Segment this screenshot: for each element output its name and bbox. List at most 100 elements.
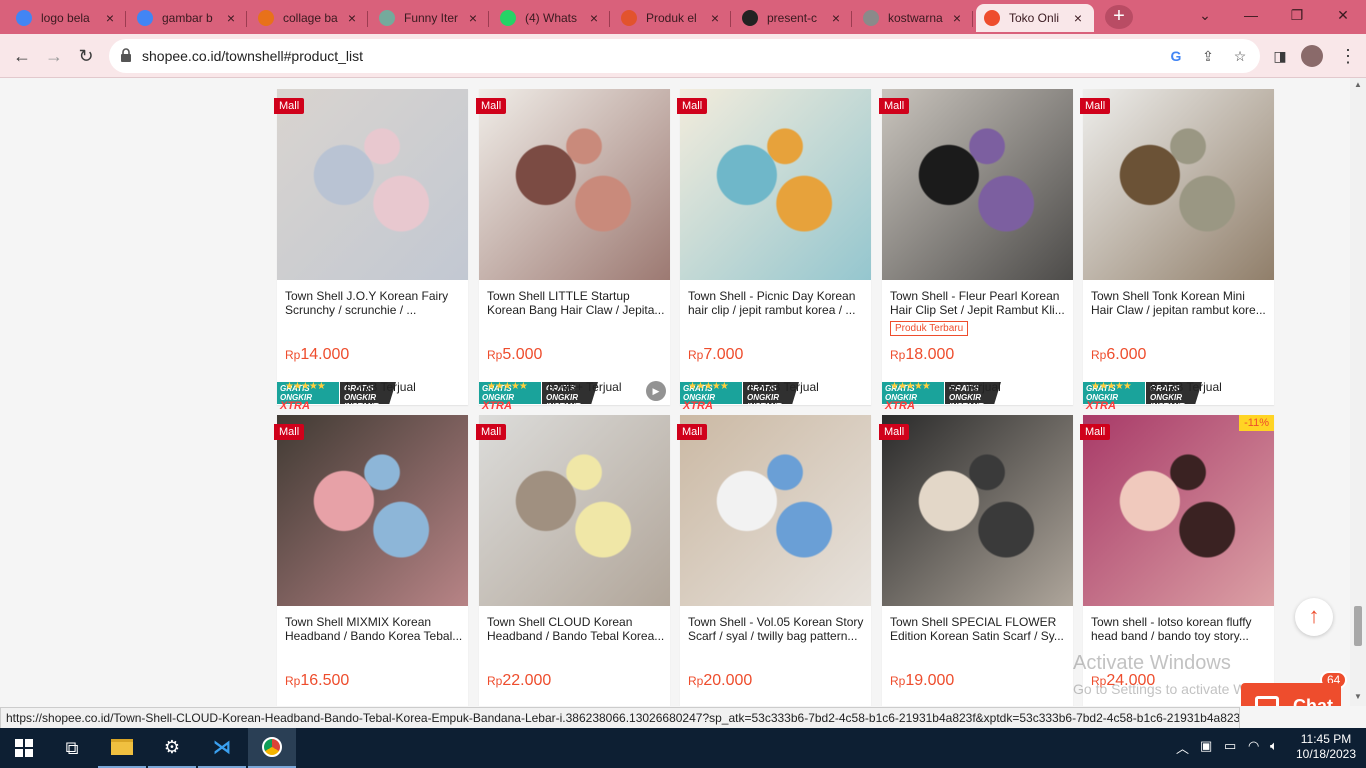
google-lens-icon[interactable]: G [1167,47,1185,65]
scroll-to-top-button[interactable]: ↑ [1295,598,1333,636]
shopping-bag-icon [621,10,637,26]
tab-close-icon[interactable]: × [344,10,360,26]
product-image[interactable] [882,89,1073,280]
scroll-down-arrow-icon[interactable]: ▼ [1354,692,1362,701]
product-card[interactable]: MallGRATIS ONGKIRXTRAGRATIS ONGKIRINSTAN… [879,89,1073,412]
product-name[interactable]: Town Shell SPECIAL FLOWER Edition Korean… [890,615,1068,643]
close-window-button[interactable]: ✕ [1320,0,1366,32]
device-icon[interactable]: ▣ [1200,738,1212,754]
page-content: Mall GRATIS ONGKIR XTRA GRATIS ONGKIR INSTAN… [0,78,1366,706]
product-name[interactable]: Town Shell - Picnic Day Korean hair clip… [688,289,866,317]
product-image[interactable] [277,89,468,280]
product-name[interactable]: Town Shell LITTLE Startup Korean Bang Ha… [487,289,665,317]
product-image[interactable] [1083,415,1274,606]
vscode-icon[interactable]: ⋊ [198,728,246,768]
battery-icon[interactable]: ▭ [1224,738,1236,754]
tab-7[interactable]: kostwarna × [855,4,973,32]
back-button[interactable]: ← [8,42,36,70]
product-name[interactable]: Town Shell - Fleur Pearl Korean Hair Cli… [890,289,1068,317]
product-image[interactable] [479,415,670,606]
menu-kebab-icon[interactable]: ⋮ [1334,42,1362,70]
product-card[interactable]: MallGRATIS ONGKIRXTRAGRATIS ONGKIRINSTAN… [677,89,871,412]
start-button[interactable] [0,728,48,768]
file-explorer-icon[interactable] [98,728,146,768]
product-image[interactable] [680,415,871,606]
currency-label: Rp [487,674,503,688]
tab-close-icon[interactable]: × [828,10,844,26]
tab-label: present-c [767,11,818,25]
windows-logo-icon [15,739,33,757]
product-name[interactable]: Town Shell J.O.Y Korean Fairy Scrunchy /… [285,289,463,317]
tab-close-icon[interactable]: × [707,10,723,26]
price-value: 19.000 [905,672,955,689]
tab-close-icon[interactable]: × [465,10,481,26]
product-card[interactable]: MallGRATIS ONGKIRXTRAGRATIS ONGKIRINSTAN… [879,415,1073,706]
new-tab-button[interactable]: + [1105,5,1133,29]
product-card[interactable]: MallGRATIS ONGKIRXTRAGRATIS ONGKIRINSTAN… [476,89,670,412]
tab-close-icon[interactable]: × [1070,10,1086,26]
rating-stars-icon: ★★★★★ [890,381,931,392]
product-price: Rp18.000 [890,346,954,364]
mall-badge: Mall [476,424,507,440]
product-image[interactable] [479,89,670,280]
side-panel-icon[interactable]: ◨ [1266,42,1294,70]
product-image[interactable] [882,415,1073,606]
shopee-icon [984,10,1000,26]
volume-icon[interactable]: 🔈︎ [1270,738,1278,754]
product-card[interactable]: MallGRATIS ONGKIRXTRAGRATIS ONGKIRINSTAN… [274,89,468,412]
product-image[interactable] [1083,89,1274,280]
product-name[interactable]: Town shell - lotso korean fluffy head ba… [1091,615,1269,643]
tab-6[interactable]: present-c × [734,4,852,32]
chrome-icon[interactable] [248,728,296,768]
openai-icon [379,10,395,26]
price-value: 5.000 [502,346,543,363]
tab-0[interactable]: logo bela × [8,4,126,32]
restore-button[interactable]: ❐ [1274,0,1320,32]
product-price: Rp7.000 [688,346,743,364]
chat-button[interactable]: Chat [1241,683,1341,706]
tab-1[interactable]: gambar b × [129,4,247,32]
product-card[interactable]: MallGRATIS ONGKIRXTRAGRATIS ONGKIRINSTAN… [476,415,670,706]
minimize-button[interactable]: — [1228,0,1274,32]
tab-3[interactable]: Funny Iter × [371,4,489,32]
product-image[interactable] [277,415,468,606]
mall-badge: Mall [476,98,507,114]
forward-button[interactable]: → [40,42,68,70]
tab-close-icon[interactable]: × [102,10,118,26]
task-view-icon[interactable]: ⧉ [48,728,96,768]
wifi-icon[interactable]: ◠ [1248,738,1259,754]
tab-close-icon[interactable]: × [949,10,965,26]
tab-close-icon[interactable]: × [586,10,602,26]
settings-gear-icon[interactable]: ⚙ [148,728,196,768]
share-icon[interactable]: ⇪ [1199,47,1217,65]
product-name[interactable]: Town Shell CLOUD Korean Headband / Bando… [487,615,665,643]
scrollbar-thumb[interactable] [1354,606,1362,646]
product-card[interactable]: MallGRATIS ONGKIRXTRAGRATIS ONGKIRINSTAN… [274,415,468,706]
tray-chevron-icon[interactable]: ︿ [1176,738,1189,757]
product-name[interactable]: Town Shell Tonk Korean Mini Hair Claw / … [1091,289,1269,317]
url-text: shopee.co.id/townshell#product_list [142,48,364,64]
sold-count: 8,5RB Terjual [1150,380,1222,394]
product-name[interactable]: Town Shell MIXMIX Korean Headband / Band… [285,615,463,643]
scroll-up-arrow-icon[interactable]: ▲ [1354,80,1362,89]
tab-label: Funny Iter [404,11,459,25]
bookmark-star-icon[interactable]: ☆ [1231,47,1249,65]
address-bar[interactable]: shopee.co.id/townshell#product_list G ⇪ … [109,39,1260,73]
tab-8[interactable]: Toko Onli × [976,4,1094,32]
page-scrollbar[interactable]: ▲ ▼ [1350,78,1366,706]
tab-search-chevron-icon[interactable]: ⌄ [1182,0,1228,32]
reload-button[interactable]: ↻ [72,42,100,70]
mall-badge: Mall [879,98,910,114]
clock[interactable]: 11:45 PM 10/18/2023 [1291,732,1361,762]
product-name[interactable]: Town Shell - Vol.05 Korean Story Scarf /… [688,615,866,643]
tab-5[interactable]: Produk el × [613,4,731,32]
rating-stars-icon: ★★★★★ [285,381,326,392]
product-card[interactable]: MallGRATIS ONGKIRXTRAGRATIS ONGKIRINSTAN… [1080,89,1274,412]
tab-close-icon[interactable]: × [223,10,239,26]
product-card[interactable]: MallGRATIS ONGKIRXTRAGRATIS ONGKIRINSTAN… [677,415,871,706]
product-price: Rp6.000 [1091,346,1146,364]
tab-4[interactable]: (4) Whats × [492,4,610,32]
tab-2[interactable]: collage ba × [250,4,368,32]
profile-avatar[interactable] [1298,42,1326,70]
product-image[interactable] [680,89,871,280]
